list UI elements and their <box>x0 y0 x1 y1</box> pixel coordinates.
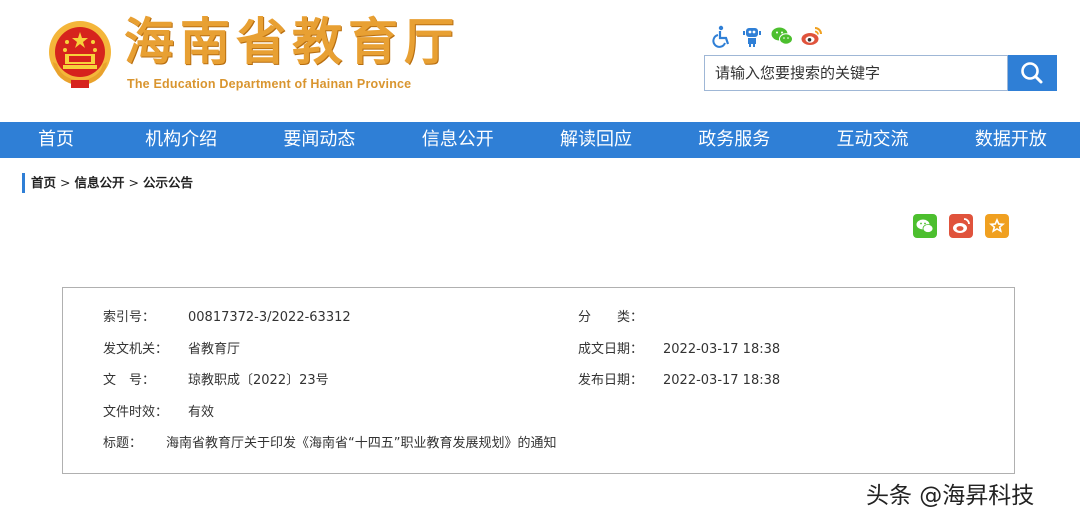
site-title: 海南省教育厅 <box>124 12 460 71</box>
created-date-label: 成文日期： <box>578 342 644 357</box>
site-subtitle: The Education Department of Hainan Provi… <box>127 77 412 91</box>
wechat-icon[interactable] <box>770 24 794 48</box>
published-date-value: 2022-03-17 18:38 <box>663 373 781 388</box>
validity-label: 文件时效： <box>103 405 169 420</box>
validity-value: 有效 <box>188 405 215 420</box>
category-label: 分 类： <box>578 310 644 325</box>
nav-item-about[interactable]: 机构介绍 <box>112 122 250 158</box>
doc-number-value: 琼教职成〔2022〕23号 <box>188 373 329 388</box>
breadcrumb: 首页 > 信息公开 > 公示公告 <box>22 173 193 193</box>
main-nav: 首页 机构介绍 要闻动态 信息公开 解读回应 政务服务 互动交流 数据开放 <box>0 122 1080 158</box>
created-date-value: 2022-03-17 18:38 <box>663 342 781 357</box>
title-value: 海南省教育厅关于印发《海南省“十四五”职业教育发展规划》的通知 <box>166 436 557 451</box>
index-value: 00817372-3/2022-63312 <box>188 310 351 325</box>
index-label: 索引号： <box>103 310 156 325</box>
nav-item-news[interactable]: 要闻动态 <box>250 122 388 158</box>
nav-item-open-data[interactable]: 数据开放 <box>942 122 1080 158</box>
breadcrumb-home[interactable]: 首页 <box>31 175 56 190</box>
nav-item-services[interactable]: 政务服务 <box>665 122 803 158</box>
accessibility-toolbar <box>710 24 824 48</box>
doc-number-label: 文 号： <box>103 373 156 388</box>
wechat-share-icon[interactable] <box>913 214 937 238</box>
issuer-value: 省教育厅 <box>188 342 241 357</box>
breadcrumb-separator: > <box>128 175 139 190</box>
breadcrumb-disclosure[interactable]: 信息公开 <box>75 175 125 190</box>
nav-item-home[interactable]: 首页 <box>0 122 112 158</box>
site-header: 海南省教育厅 The Education Department of Haina… <box>0 0 1080 122</box>
weibo-icon[interactable] <box>800 24 824 48</box>
search-button[interactable] <box>1008 55 1057 91</box>
nav-item-interaction[interactable]: 互动交流 <box>803 122 941 158</box>
wheelchair-icon[interactable] <box>710 24 734 48</box>
published-date-label: 发布日期： <box>578 373 644 388</box>
document-info-panel: 索引号： 00817372-3/2022-63312 分 类： 发文机关： 省教… <box>62 287 1015 474</box>
issuer-label: 发文机关： <box>103 342 169 357</box>
search-box <box>704 55 1008 91</box>
breadcrumb-announcements[interactable]: 公示公告 <box>143 175 193 190</box>
favorite-star-icon[interactable] <box>985 214 1009 238</box>
search-icon <box>1021 62 1043 84</box>
watermark: 头条 @海昇科技 <box>866 483 1035 509</box>
title-label: 标题： <box>103 436 143 451</box>
nav-item-interpretation[interactable]: 解读回应 <box>527 122 665 158</box>
national-emblem-icon <box>45 18 115 90</box>
nav-item-disclosure[interactable]: 信息公开 <box>389 122 527 158</box>
search-input[interactable] <box>705 56 1005 90</box>
breadcrumb-separator: > <box>60 175 71 190</box>
robot-icon[interactable] <box>740 24 764 48</box>
weibo-share-icon[interactable] <box>949 214 973 238</box>
